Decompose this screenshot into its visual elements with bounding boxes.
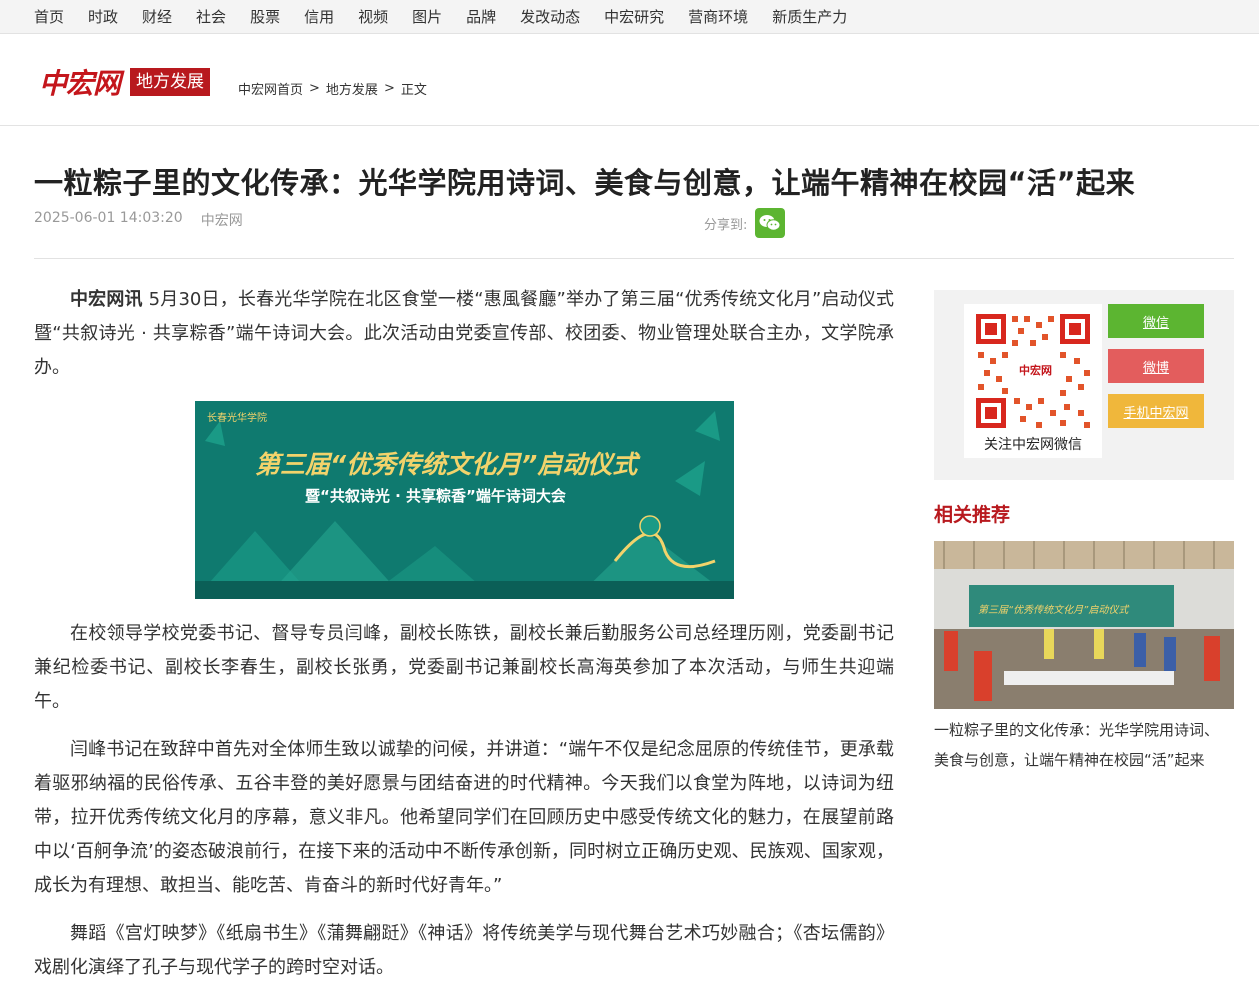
wechat-icon — [759, 215, 781, 231]
nav-home[interactable]: 首页 — [34, 6, 64, 27]
banner-title: 第三届“优秀传统文化月”启动仪式 — [255, 450, 638, 479]
nav-stocks[interactable]: 股票 — [250, 6, 280, 27]
breadcrumb-home[interactable]: 中宏网首页 — [238, 79, 303, 98]
breadcrumb-separator: > — [309, 81, 320, 96]
nav-new-productivity[interactable]: 新质生产力 — [772, 6, 847, 27]
article-paragraph-text: 5月30日，长春光华学院在北区食堂一楼“惠風餐廳”举办了第三届“优秀传统文化月”… — [34, 289, 895, 378]
top-nav: 首页 时政 财经 社会 股票 信用 视频 图片 品牌 发改动态 中宏研究 营商环… — [0, 0, 1259, 34]
banner-subtitle: 暨“共叙诗光 · 共享粽香”端午诗词大会 — [305, 487, 566, 505]
article-source: 中宏网 — [200, 213, 243, 229]
related-photo-banner-text: 第三届“优秀传统文化月”启动仪式 — [978, 605, 1129, 616]
breadcrumb-section[interactable]: 地方发展 — [326, 79, 378, 98]
share-bar: 分享到: — [704, 208, 786, 238]
site-header: 中宏网 地方发展 中宏网首页 > 地方发展 > 正文 — [0, 34, 1259, 126]
article-banner-image: 长春光华学院 第三届“优秀传统文化月”启动仪式 暨“共叙诗光 · 共享粽香”端午… — [195, 401, 734, 599]
breadcrumb-current: 正文 — [400, 83, 427, 98]
qr-caption: 关注中宏网微信 — [984, 437, 1082, 453]
article-paragraph: 舞蹈《宫灯映梦》《纸扇书生》《蒲舞翩跹》《神话》将传统美学与现代舞台艺术巧妙融合… — [34, 923, 894, 978]
breadcrumb-separator: > — [383, 81, 395, 96]
nav-brand[interactable]: 品牌 — [466, 6, 496, 27]
article-datetime: 2025-06-01 14:03:20 — [34, 210, 183, 226]
article-paragraph: 在校领导学校党委书记、督导专员闫峰，副校长陈铁，副校长兼后勤服务公司总经理历刚，… — [34, 623, 894, 712]
site-logo[interactable]: 中宏网 地方发展 — [39, 62, 211, 102]
article-title: 一粒粽子里的文化传承：光华学院用诗词、美食与创意，让端午精神在校园“活”起来 — [34, 166, 1136, 200]
article-lead: 中宏网讯 — [70, 289, 143, 310]
related-thumbnail[interactable]: 第三届“优秀传统文化月”启动仪式 — [934, 541, 1234, 709]
mobile-site-button[interactable]: 手机中宏网 — [1108, 394, 1204, 428]
title-divider — [34, 258, 1234, 259]
nav-politics[interactable]: 时政 — [88, 6, 118, 27]
wechat-share-button[interactable] — [755, 208, 786, 238]
related-item-link[interactable]: 一粒粽子里的文化传承：光华学院用诗词、美食与创意，让端午精神在校园“活”起来 — [934, 715, 1224, 775]
wechat-qr-card: 中宏网 关注中宏网微信 — [964, 304, 1102, 458]
qr-logo: 中宏网 — [1019, 364, 1052, 377]
nav-society[interactable]: 社会 — [196, 6, 226, 27]
related-photo — [934, 541, 1234, 709]
article-meta: 2025-06-01 14:03:20 中宏网 — [34, 210, 243, 230]
nav-video[interactable]: 视频 — [358, 6, 388, 27]
nav-finance[interactable]: 财经 — [142, 6, 172, 27]
article-paragraph: 中宏网讯 5月30日，长春光华学院在北区食堂一楼“惠風餐廳”举办了第三届“优秀传… — [34, 283, 894, 385]
share-label: 分享到: — [704, 217, 748, 233]
nav-credit[interactable]: 信用 — [304, 6, 334, 27]
banner-school-logo: 长春光华学院 — [207, 413, 267, 424]
follow-wechat-button[interactable]: 微信 — [1108, 304, 1204, 338]
related-title: 相关推荐 — [934, 504, 1011, 526]
logo-text: 中宏网 — [39, 67, 121, 100]
breadcrumb: 中宏网首页 > 地方发展 > 正文 — [238, 79, 427, 98]
nav-ndrc[interactable]: 发改动态 — [520, 6, 580, 27]
nav-pictures[interactable]: 图片 — [412, 6, 442, 27]
section-badge[interactable]: 地方发展 — [130, 68, 211, 96]
nav-research[interactable]: 中宏研究 — [604, 6, 664, 27]
follow-weibo-button[interactable]: 微博 — [1108, 349, 1204, 383]
follow-box: 中宏网 关注中宏网微信 微信 微博 手机中宏网 — [934, 290, 1234, 480]
article-body: 中宏网讯 5月30日，长春光华学院在北区食堂一楼“惠風餐廳”举办了第三届“优秀传… — [34, 283, 894, 999]
article-paragraph: 闫峰书记在致辞中首先对全体师生致以诚挚的问候，并讲道：“端午不仅是纪念屈原的传统… — [34, 739, 894, 896]
nav-business-env[interactable]: 营商环境 — [688, 6, 748, 27]
